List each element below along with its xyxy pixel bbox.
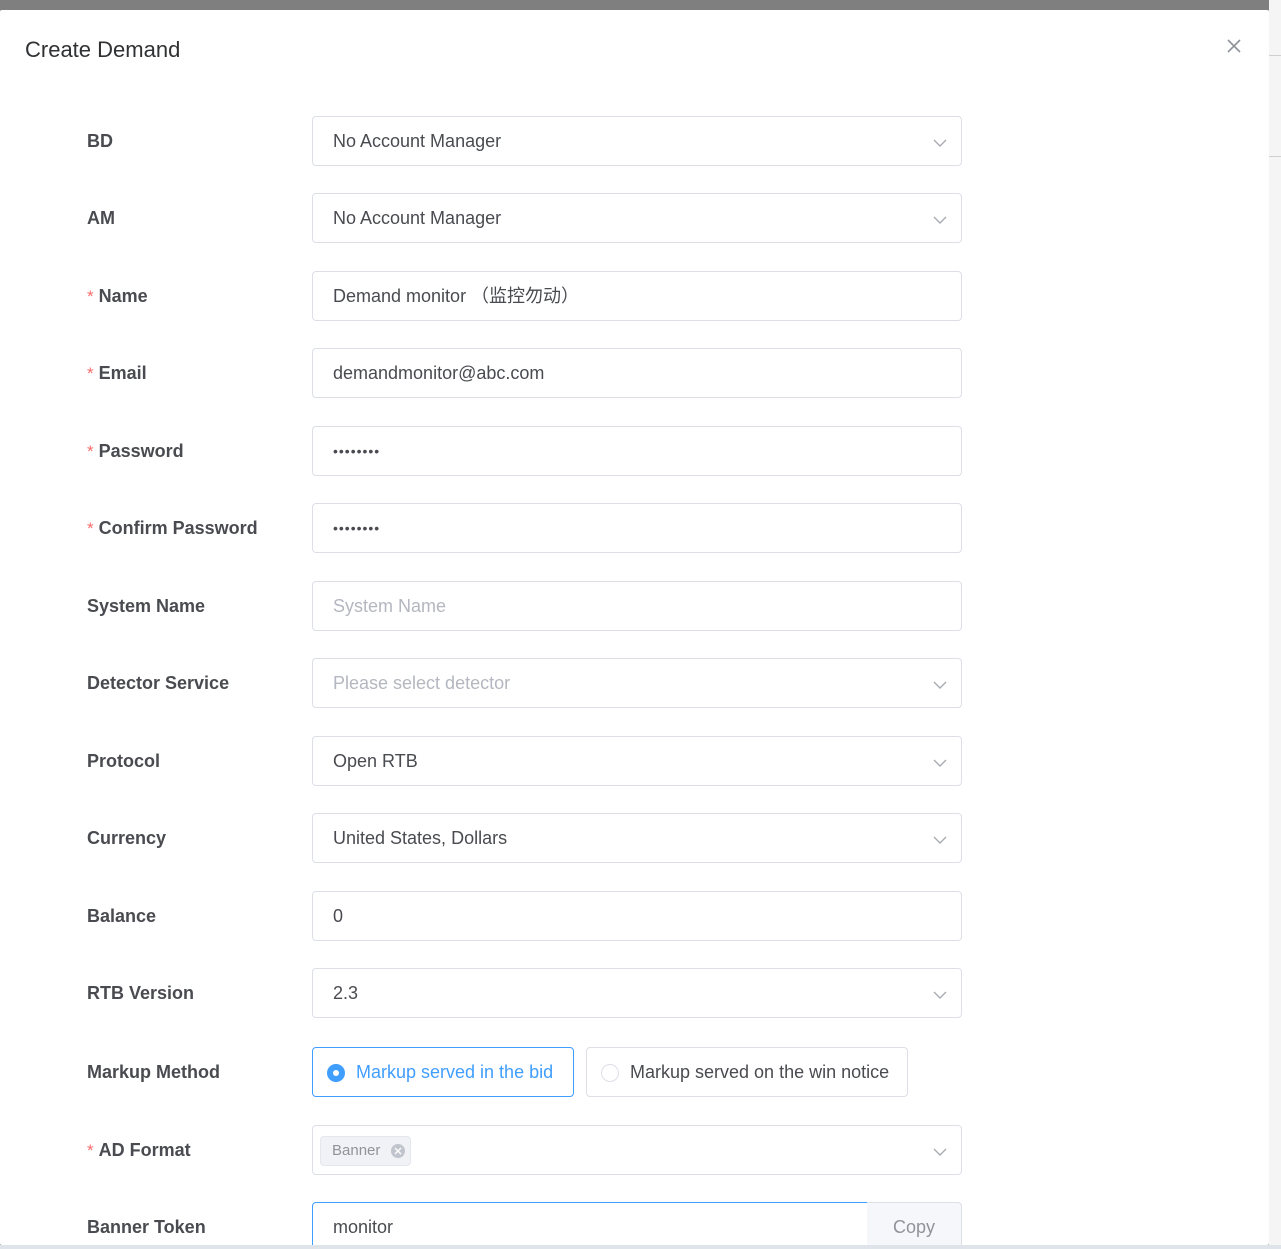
close-button[interactable] bbox=[1224, 36, 1244, 56]
chevron-down-icon bbox=[933, 677, 947, 689]
modal-backdrop bbox=[0, 0, 1281, 10]
ad-format-label: * AD Format bbox=[87, 1140, 191, 1160]
bd-label: BD bbox=[87, 131, 113, 151]
page-bottom-edge bbox=[0, 1245, 1281, 1249]
system-name-input[interactable]: System Name bbox=[312, 581, 962, 631]
ad-format-tag: Banner bbox=[320, 1136, 412, 1166]
rtb-version-label: RTB Version bbox=[87, 983, 195, 1003]
banner-token-value: monitor bbox=[333, 1217, 394, 1237]
detector-service-select[interactable]: Please select detector bbox=[312, 658, 962, 708]
required-mark: * bbox=[87, 442, 94, 461]
detector-service-placeholder: Please select detector bbox=[333, 673, 511, 693]
protocol-select-value: Open RTB bbox=[333, 751, 418, 771]
bd-select[interactable]: No Account Manager bbox=[312, 116, 962, 166]
close-icon bbox=[394, 1147, 402, 1155]
ad-format-multiselect[interactable]: Banner bbox=[312, 1125, 962, 1175]
protocol-select[interactable]: Open RTB bbox=[312, 736, 962, 786]
radio-label: Markup served on the win notice bbox=[630, 1062, 890, 1082]
banner-token-label: Banner Token bbox=[87, 1217, 206, 1237]
create-demand-dialog: Create Demand BD No Account Manager AM N… bbox=[0, 10, 1269, 1245]
system-name-label: System Name bbox=[87, 596, 206, 616]
system-name-placeholder: System Name bbox=[333, 596, 447, 616]
form-row-password: * Password •••••••• bbox=[0, 426, 1269, 476]
am-label: AM bbox=[87, 208, 115, 228]
form-row-system-name: System Name System Name bbox=[0, 581, 1269, 631]
page-behind-strip bbox=[1269, 0, 1281, 1249]
radio-label: Markup served in the bid bbox=[356, 1062, 554, 1082]
detector-service-label: Detector Service bbox=[87, 673, 230, 693]
form-row-detector-service: Detector Service Please select detector bbox=[0, 658, 1269, 708]
divider bbox=[1269, 156, 1281, 157]
email-input-value: demandmonitor@abc.com bbox=[333, 363, 545, 383]
required-mark: * bbox=[87, 287, 94, 306]
currency-select[interactable]: United States, Dollars bbox=[312, 813, 962, 863]
confirm-password-label: * Confirm Password bbox=[87, 518, 258, 538]
radio-button-unchecked[interactable] bbox=[601, 1064, 619, 1082]
currency-select-value: United States, Dollars bbox=[333, 828, 508, 848]
chevron-down-icon bbox=[933, 212, 947, 224]
markup-method-label: Markup Method bbox=[87, 1062, 220, 1082]
name-input[interactable]: Demand monitor （监控勿动） bbox=[312, 271, 962, 321]
form-row-rtb-version: RTB Version 2.3 bbox=[0, 968, 1269, 1018]
rtb-version-select-value: 2.3 bbox=[333, 983, 359, 1003]
am-select-value: No Account Manager bbox=[333, 208, 502, 228]
form-row-am: AM No Account Manager bbox=[0, 193, 1269, 243]
rtb-version-select[interactable]: 2.3 bbox=[312, 968, 962, 1018]
bd-select-value: No Account Manager bbox=[333, 131, 502, 151]
currency-label: Currency bbox=[87, 828, 167, 848]
tag-label: Banner bbox=[332, 1142, 381, 1159]
balance-input-value: 0 bbox=[333, 906, 344, 926]
password-label: * Password bbox=[87, 441, 184, 461]
password-input-value: •••••••• bbox=[333, 443, 381, 459]
balance-label: Balance bbox=[87, 906, 157, 926]
chevron-down-icon bbox=[933, 987, 947, 999]
am-select[interactable]: No Account Manager bbox=[312, 193, 962, 243]
chevron-down-icon bbox=[933, 832, 947, 844]
form-row-confirm-password: * Confirm Password •••••••• bbox=[0, 503, 1269, 553]
email-input[interactable]: demandmonitor@abc.com bbox=[312, 348, 962, 398]
form-row-email: * Email demandmonitor@abc.com bbox=[0, 348, 1269, 398]
radio-button-checked[interactable] bbox=[327, 1064, 345, 1082]
required-mark: * bbox=[87, 1141, 94, 1160]
confirm-password-input-value: •••••••• bbox=[333, 520, 381, 536]
divider bbox=[1269, 55, 1281, 56]
form-row-banner-token: Banner Token monitor Copy bbox=[0, 1202, 1269, 1245]
form-row-protocol: Protocol Open RTB bbox=[0, 736, 1269, 786]
form-row-markup-method: Markup Method Markup served in the bid M… bbox=[0, 1047, 1269, 1097]
required-mark: * bbox=[87, 519, 94, 538]
copy-button[interactable]: Copy bbox=[867, 1202, 962, 1245]
form-row-currency: Currency United States, Dollars bbox=[0, 813, 1269, 863]
banner-token-input[interactable]: monitor bbox=[312, 1202, 868, 1245]
protocol-label: Protocol bbox=[87, 751, 161, 771]
required-mark: * bbox=[87, 364, 94, 383]
form-row-bd: BD No Account Manager bbox=[0, 116, 1269, 166]
form-row-balance: Balance 0 bbox=[0, 891, 1269, 941]
form-row-name: * Name Demand monitor （监控勿动） bbox=[0, 271, 1269, 321]
name-input-value: Demand monitor （监控勿动） bbox=[333, 286, 580, 306]
radio-markup-in-bid[interactable]: Markup served in the bid bbox=[312, 1047, 574, 1097]
chevron-down-icon bbox=[933, 1144, 947, 1156]
radio-markup-on-win-notice[interactable]: Markup served on the win notice bbox=[586, 1047, 908, 1097]
chevron-down-icon bbox=[933, 755, 947, 767]
form-row-ad-format: * AD Format Banner bbox=[0, 1125, 1269, 1175]
email-label: * Email bbox=[87, 363, 147, 383]
confirm-password-input[interactable]: •••••••• bbox=[312, 503, 962, 553]
password-input[interactable]: •••••••• bbox=[312, 426, 962, 476]
close-icon bbox=[1227, 39, 1241, 53]
name-label: * Name bbox=[87, 286, 148, 306]
chevron-down-icon bbox=[933, 135, 947, 147]
balance-input[interactable]: 0 bbox=[312, 891, 962, 941]
dialog-title: Create Demand bbox=[25, 37, 181, 62]
tag-remove-button[interactable] bbox=[391, 1144, 406, 1158]
